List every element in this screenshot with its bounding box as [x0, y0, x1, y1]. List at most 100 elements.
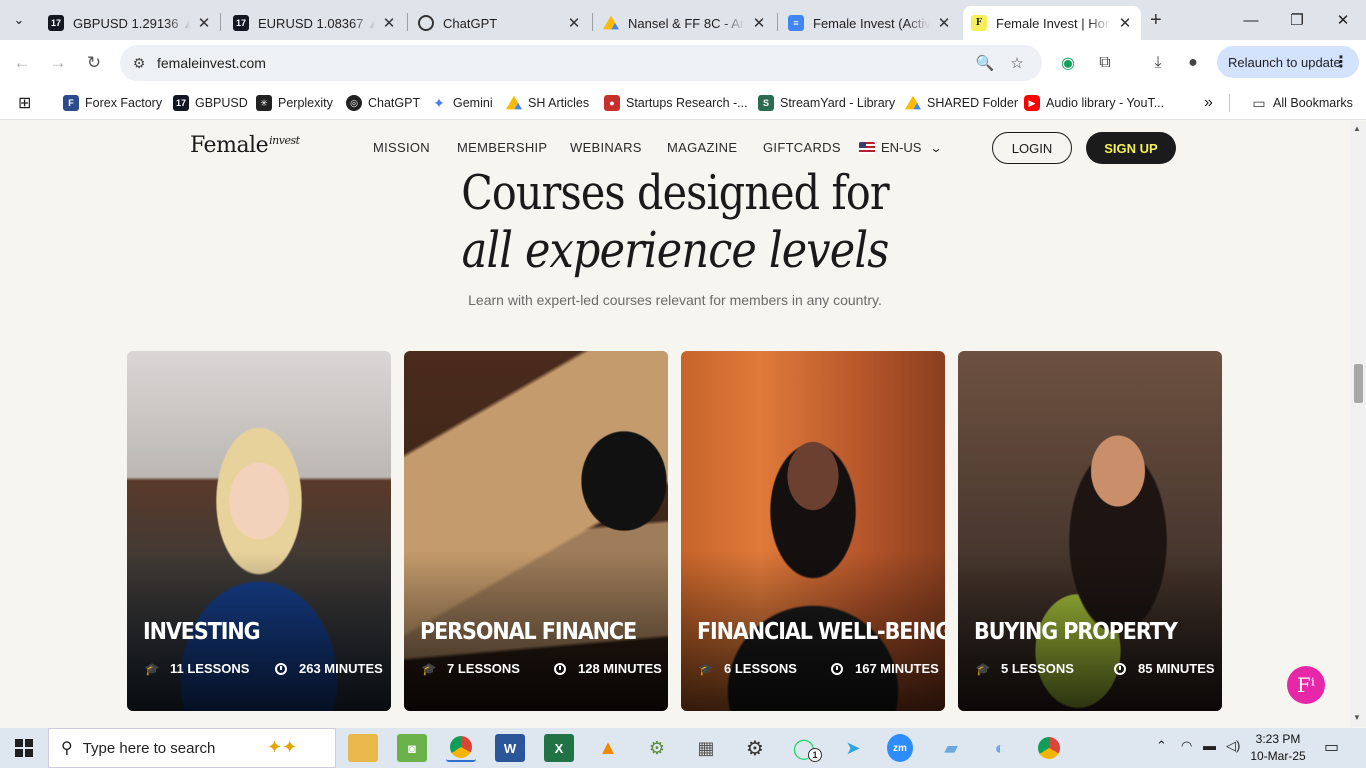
restore-icon[interactable]: ❐	[1274, 0, 1320, 40]
scroll-down-icon[interactable]: ▼	[1353, 713, 1361, 722]
course-lessons: 🎓 5 LESSONS	[975, 661, 1074, 676]
nav-membership[interactable]: MEMBERSHIP	[457, 140, 547, 155]
reload-icon[interactable]: ↻	[82, 51, 106, 75]
utility-app-icon[interactable]: ⚙	[642, 734, 672, 762]
bookmark-sh-articles[interactable]: SH Articles	[506, 92, 589, 114]
relaunch-button[interactable]: Relaunch to update ⋮	[1217, 46, 1359, 78]
calculator-icon[interactable]: ▦	[691, 734, 721, 762]
tab-chatgpt[interactable]: ChatGPT ✕	[410, 6, 590, 40]
close-tab-icon[interactable]: ✕	[936, 14, 952, 32]
course-title: INVESTING	[143, 619, 261, 645]
whatsapp-icon[interactable]: ◯ 1	[789, 734, 822, 762]
zoom-app-icon[interactable]: zm	[887, 734, 913, 762]
scrollbar-thumb[interactable]	[1354, 364, 1363, 403]
bookmark-chatgpt[interactable]: ◎ ChatGPT	[346, 92, 420, 114]
volume-icon[interactable]: ◁)	[1226, 738, 1240, 754]
taskbar-search-box[interactable]: ⚲ Type here to search ✦✦	[48, 728, 336, 768]
course-card-personal-finance[interactable]: PERSONAL FINANCE 🎓 7 LESSONS 128 MINUTES	[404, 351, 668, 711]
url-text[interactable]: femaleinvest.com	[157, 55, 266, 71]
chat-widget-button[interactable]: Fⁱ	[1287, 666, 1325, 704]
bookmarks-divider	[1229, 94, 1230, 112]
clock-icon	[273, 662, 289, 676]
all-bookmarks-button[interactable]: ▭ All Bookmarks	[1251, 92, 1353, 114]
bookmark-shared-folder[interactable]: SHARED Folder	[905, 92, 1018, 114]
course-card-investing[interactable]: INVESTING 🎓 11 LESSONS 263 MINUTES	[127, 351, 391, 711]
file-explorer-icon[interactable]	[348, 734, 378, 762]
clock-icon	[1112, 662, 1128, 676]
page-scrollbar[interactable]: ▲ ▼	[1350, 121, 1366, 727]
close-tab-icon[interactable]: ✕	[381, 14, 397, 32]
download-icon[interactable]: ⤓	[1146, 51, 1170, 75]
scroll-up-icon[interactable]: ▲	[1353, 124, 1361, 133]
show-hidden-icons-icon[interactable]: ⌃	[1156, 738, 1167, 754]
bookmark-star-icon[interactable]: ☆	[1008, 54, 1026, 72]
zoom-icon[interactable]: 🔍	[976, 54, 995, 72]
nav-webinars[interactable]: WEBINARS	[570, 140, 642, 155]
nav-mission[interactable]: MISSION	[373, 140, 430, 155]
bookmark-gemini[interactable]: ✦ Gemini	[431, 92, 492, 114]
bookmark-gbpusd[interactable]: 17 GBPUSD	[173, 92, 248, 114]
windows-start-icon[interactable]	[0, 728, 48, 768]
forward-arrow-icon[interactable]: →	[46, 51, 70, 75]
bookmark-forex-factory[interactable]: F Forex Factory	[63, 92, 162, 114]
system-clock[interactable]: 3:23 PM 10-Mar-25	[1248, 731, 1308, 765]
notepad-icon[interactable]: ▰	[936, 734, 966, 762]
minimize-icon[interactable]: —	[1228, 0, 1274, 40]
tab-google-drive[interactable]: Nansel & FF 8C - Art ✕	[595, 6, 775, 40]
signup-button[interactable]: SIGN UP	[1086, 132, 1176, 164]
windows-taskbar: ⚲ Type here to search ✦✦ ◙ W X ▲ ⚙ ▦ ⚙ ◯…	[0, 728, 1366, 768]
course-card-financial-well-being[interactable]: FINANCIAL WELL-BEING 🎓 6 LESSONS 167 MINU…	[681, 351, 945, 711]
chrome-second-window-icon[interactable]	[1034, 734, 1064, 762]
profile-avatar[interactable]: ●	[1181, 51, 1205, 75]
google-drive-icon	[905, 95, 921, 110]
more-bookmarks-icon[interactable]: »	[1204, 92, 1213, 114]
vlc-icon[interactable]: ▲	[593, 734, 623, 762]
section-heading-line2: all experience levels	[461, 221, 890, 279]
tab-female-invest-active[interactable]: F Female Invest | Home ✕	[963, 6, 1141, 40]
nav-magazine[interactable]: MAGAZINE	[667, 140, 737, 155]
back-arrow-icon[interactable]: ←	[10, 51, 34, 75]
female-invest-logo[interactable]: Femaleinvest	[190, 133, 300, 158]
tradingview-icon: 17	[173, 95, 189, 111]
paint-icon[interactable]: ◐	[985, 734, 1015, 762]
bookmark-streamyard[interactable]: S StreamYard - Library	[758, 92, 895, 114]
nav-giftcards[interactable]: GIFTCARDS	[763, 140, 841, 155]
telegram-icon[interactable]: ➤	[838, 734, 868, 762]
tradingview-icon: 17	[233, 15, 249, 31]
tab-search-chevron-icon[interactable]: ⌄	[6, 8, 32, 32]
course-minutes: 167 MINUTES	[829, 661, 939, 676]
apps-grid-icon[interactable]: ⊞	[18, 92, 31, 114]
tab-eurusd[interactable]: 17 EURUSD 1.08367 ▲ + ✕	[225, 6, 405, 40]
address-bar[interactable]: ⚙ femaleinvest.com 🔍 ☆	[120, 45, 1042, 81]
close-tab-icon[interactable]: ✕	[196, 14, 212, 32]
more-menu-icon[interactable]: ⋮	[1333, 52, 1349, 72]
course-lessons: 🎓 7 LESSONS	[421, 661, 520, 676]
excel-icon[interactable]: X	[544, 734, 574, 762]
site-info-icon[interactable]: ⚙	[130, 54, 148, 72]
tab-strip: ⌄ 17 GBPUSD 1.29136 ▲ + ✕ 17 EURUSD 1.08…	[0, 0, 1366, 40]
tab-gbpusd[interactable]: 17 GBPUSD 1.29136 ▲ + ✕	[40, 6, 220, 40]
tab-google-docs[interactable]: ≡ Female Invest (Active ✕	[780, 6, 960, 40]
course-card-buying-property[interactable]: BUYING PROPERTY 🎓 5 LESSONS 85 MINUTES	[958, 351, 1222, 711]
close-window-icon[interactable]: ✕	[1320, 0, 1366, 40]
bookmark-audio-library[interactable]: ▶ Audio library - YouT...	[1024, 92, 1164, 114]
android-app-icon[interactable]: ◙	[397, 734, 427, 762]
settings-icon[interactable]: ⚙	[740, 734, 770, 762]
close-tab-icon[interactable]: ✕	[566, 14, 582, 32]
word-icon[interactable]: W	[495, 734, 525, 762]
language-selector[interactable]: EN-US ⌄	[859, 140, 943, 155]
folder-red-icon: ●	[604, 95, 620, 111]
battery-icon[interactable]: ▬	[1203, 738, 1216, 753]
course-title: FINANCIAL WELL-BEING	[697, 619, 945, 645]
close-tab-icon[interactable]: ✕	[1117, 14, 1133, 32]
chrome-taskbar-icon[interactable]	[446, 734, 476, 762]
network-icon[interactable]: ◠	[1181, 738, 1192, 754]
notifications-icon[interactable]: ▭	[1324, 737, 1339, 757]
extensions-icon[interactable]: ⧉	[1093, 51, 1117, 75]
login-button[interactable]: LOGIN	[992, 132, 1072, 164]
bookmark-startups-research[interactable]: ● Startups Research -...	[604, 92, 748, 114]
new-tab-icon[interactable]: +	[1150, 9, 1162, 32]
bookmark-perplexity[interactable]: ✳ Perplexity	[256, 92, 333, 114]
close-tab-icon[interactable]: ✕	[751, 14, 767, 32]
grammarly-icon[interactable]: ◉	[1056, 51, 1080, 75]
